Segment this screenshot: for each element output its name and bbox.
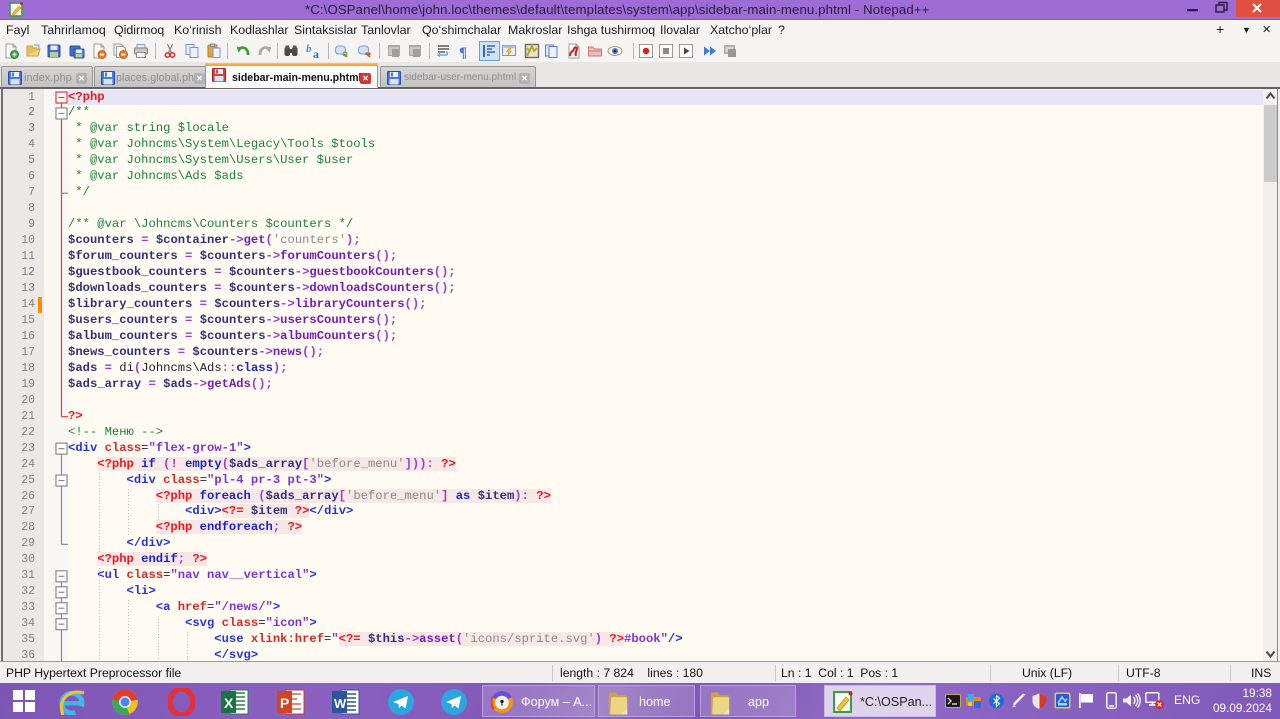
svg-text:X: X	[224, 695, 234, 711]
svg-text:W: W	[334, 696, 347, 711]
svg-text:b: b	[306, 43, 312, 55]
svg-text:¶: ¶	[459, 45, 467, 59]
svg-text:P: P	[280, 695, 289, 711]
svg-text:a: a	[313, 47, 319, 59]
